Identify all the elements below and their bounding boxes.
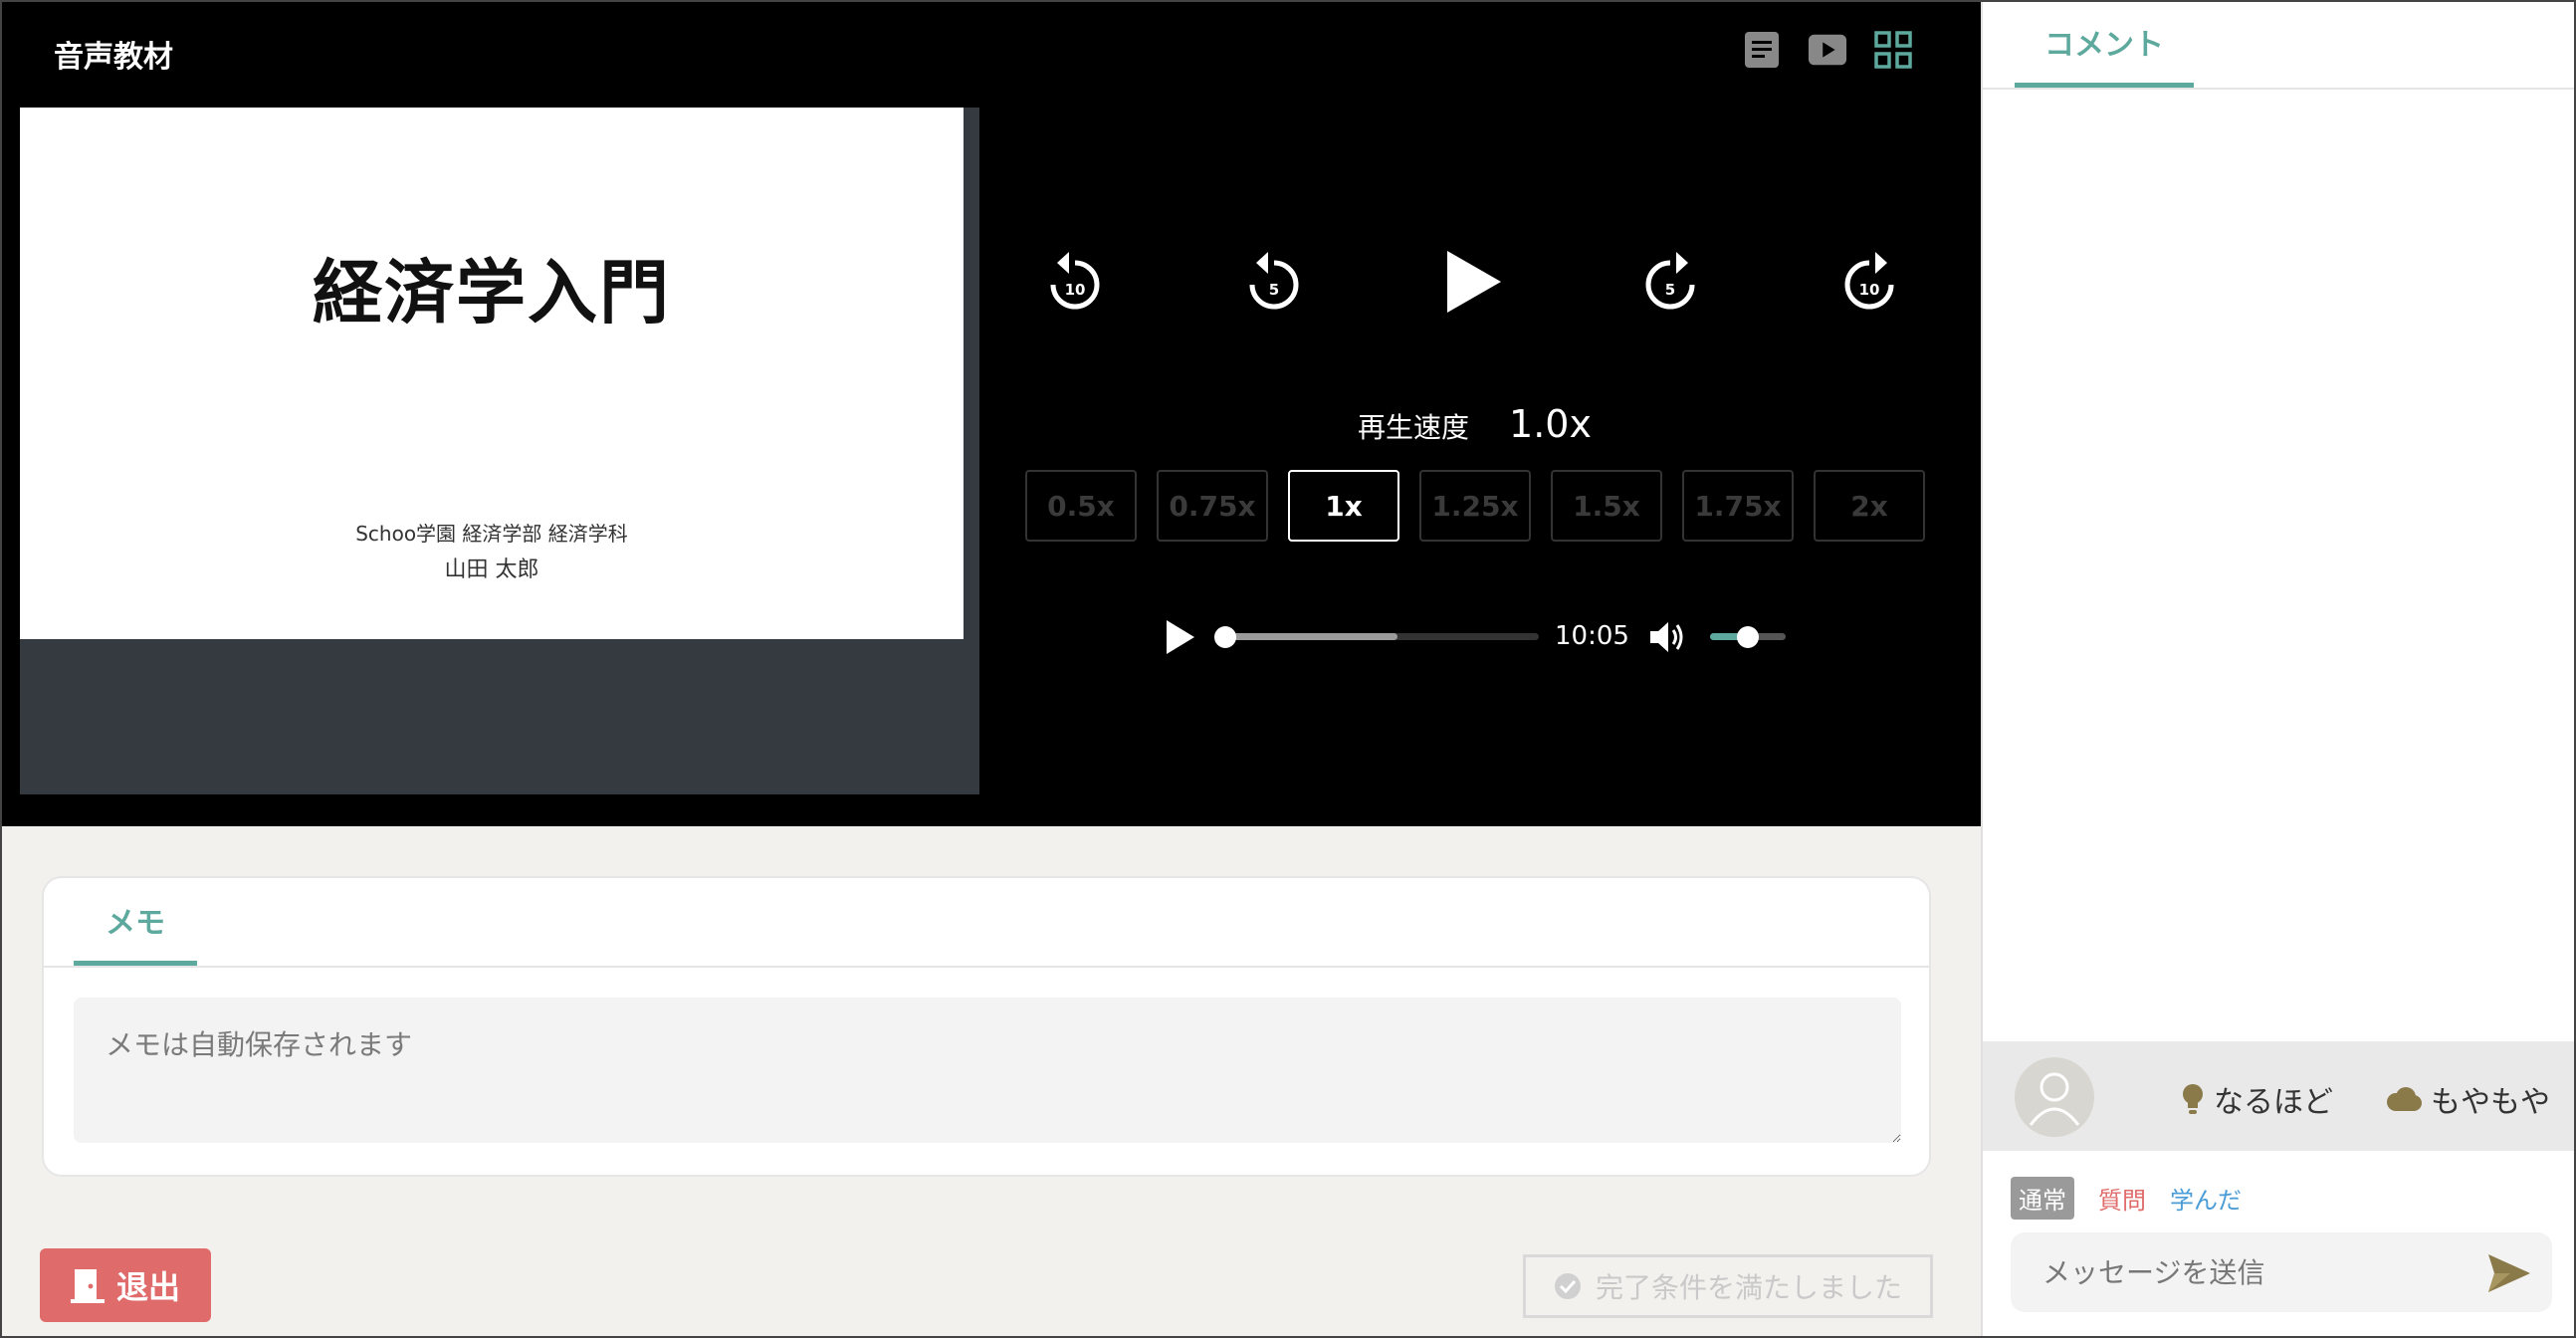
forward-10-label: 10 xyxy=(1859,281,1880,299)
video-icon[interactable] xyxy=(1808,30,1847,70)
exit-button[interactable]: 退出 xyxy=(40,1248,211,1322)
speed-options: 0.5x 0.75x 1x 1.25x 1.5x 1.75x 2x xyxy=(1025,470,1925,542)
memo-input[interactable] xyxy=(74,998,1901,1143)
comment-type-selector: 通常 質問 学んだ xyxy=(2011,1177,2242,1220)
speed-option-button[interactable]: 1x xyxy=(1288,470,1399,542)
playback-speed-display: 再生速度 1.0x xyxy=(1358,402,1592,446)
check-circle-icon xyxy=(1554,1273,1581,1299)
door-icon xyxy=(70,1269,105,1303)
memo-divider xyxy=(44,966,1929,968)
reaction-moyamoya-button[interactable]: もやもや xyxy=(2385,1077,2550,1121)
rewind-5-button[interactable]: 5 xyxy=(1244,247,1304,313)
rewind-5-label: 5 xyxy=(1269,281,1279,299)
seek-bar[interactable] xyxy=(1214,626,1539,648)
play-button[interactable] xyxy=(1441,247,1505,317)
comment-type-question[interactable]: 質問 xyxy=(2098,1181,2146,1216)
rewind-10-label: 10 xyxy=(1065,281,1086,299)
complete-label: 完了条件を満たしました xyxy=(1595,1271,1902,1304)
speed-option-button[interactable]: 0.5x xyxy=(1025,470,1137,542)
exit-label: 退出 xyxy=(115,1268,180,1306)
tab-comments[interactable]: コメント xyxy=(2015,0,2194,88)
slide-affiliation: Schoo学園 経済学部 経済学科 xyxy=(355,522,628,546)
volume-thumb[interactable] xyxy=(1737,626,1759,648)
audio-controls: 10:05 xyxy=(1163,615,1790,659)
lightbulb-icon xyxy=(2183,1084,2203,1114)
time-display: 10:05 xyxy=(1555,621,1629,651)
message-box xyxy=(2011,1232,2552,1312)
slide-area: 経済学入門 Schoo学園 経済学部 経済学科 山田 太郎 xyxy=(20,108,979,794)
speed-option-button[interactable]: 2x xyxy=(1814,470,1925,542)
slide-author: 山田 太郎 xyxy=(444,558,539,582)
speed-option-button[interactable]: 1.25x xyxy=(1419,470,1531,542)
forward-5-label: 5 xyxy=(1665,281,1675,299)
rewind-10-button[interactable]: 10 xyxy=(1045,247,1105,313)
comment-tab-divider xyxy=(1983,88,2576,90)
slide-title: 経済学入門 xyxy=(313,252,671,334)
forward-5-button[interactable]: 5 xyxy=(1640,247,1700,313)
reaction-moyamoya-label: もやもや xyxy=(2431,1085,2550,1120)
view-mode-switcher xyxy=(1742,30,1913,70)
send-icon[interactable] xyxy=(2486,1252,2532,1294)
slide: 経済学入門 Schoo学園 経済学部 経済学科 山田 太郎 xyxy=(20,108,964,639)
speed-value: 1.0x xyxy=(1509,402,1592,446)
volume-slider[interactable] xyxy=(1710,626,1786,648)
speed-option-button[interactable]: 1.75x xyxy=(1682,470,1794,542)
audio-player: 音声教材 経済学入門 Schoo学園 経済学部 経済学科 山田 太郎 10 5 xyxy=(0,0,1981,826)
seek-thumb[interactable] xyxy=(1214,626,1236,648)
message-input[interactable] xyxy=(2011,1232,2469,1312)
comment-sidebar: コメント なるほど もやもや 通常 質問 学んだ メッセージを送信 xyxy=(1981,0,2576,1338)
volume-icon[interactable] xyxy=(1648,619,1688,655)
complete-button[interactable]: 完了条件を満たしました xyxy=(1523,1254,1933,1318)
speed-option-button[interactable]: 0.75x xyxy=(1157,470,1268,542)
document-icon[interactable] xyxy=(1742,30,1782,70)
speed-option-button[interactable]: 1.5x xyxy=(1551,470,1662,542)
cloud-icon xyxy=(2387,1087,2422,1111)
mini-play-button[interactable] xyxy=(1163,617,1198,657)
speed-label: 再生速度 xyxy=(1358,411,1470,444)
reaction-bar: なるほど もやもや xyxy=(1983,1041,2576,1151)
player-title: 音声教材 xyxy=(54,40,173,75)
comment-type-learned[interactable]: 学んだ xyxy=(2170,1181,2242,1216)
seek-buffered xyxy=(1224,633,1397,640)
lower-panel: メモ 退出 完了条件を満たしました xyxy=(0,826,1981,1338)
avatar xyxy=(2015,1057,2094,1137)
reaction-naruhodo-label: なるほど xyxy=(2214,1085,2333,1120)
memo-card: メモ xyxy=(42,876,1931,1177)
tab-memo[interactable]: メモ xyxy=(74,878,197,966)
comment-type-normal[interactable]: 通常 xyxy=(2011,1177,2074,1220)
forward-10-button[interactable]: 10 xyxy=(1839,247,1899,313)
grid-icon[interactable] xyxy=(1873,30,1913,70)
reaction-naruhodo-button[interactable]: なるほど xyxy=(2180,1077,2333,1121)
